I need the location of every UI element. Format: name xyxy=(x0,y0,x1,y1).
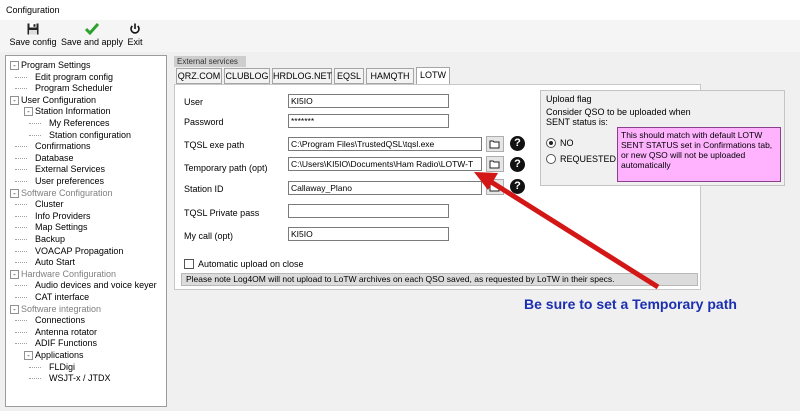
checkmark-icon xyxy=(60,23,124,37)
lotw-note: Please note Log4OM will not upload to Lo… xyxy=(181,273,698,286)
tree-item[interactable]: Program Scheduler xyxy=(35,83,113,94)
tqsl-exe-label: TQSL exe path xyxy=(184,140,245,150)
external-services-group-label: External services xyxy=(174,56,246,67)
tab-hrdlog[interactable]: HRDLOG.NET xyxy=(272,68,332,84)
tree-item[interactable]: Confirmations xyxy=(35,141,91,152)
tree-item[interactable]: Info Providers xyxy=(35,211,91,222)
tree-expander[interactable]: - xyxy=(10,269,19,279)
tqsl-pass-input[interactable] xyxy=(288,204,449,218)
tree-item[interactable]: WSJT-x / JTDX xyxy=(49,373,111,384)
tree-expander[interactable]: - xyxy=(10,304,19,314)
tree-expander[interactable]: - xyxy=(24,107,33,117)
tree-item[interactable]: Software Configuration xyxy=(21,188,113,199)
auto-upload-checkbox[interactable] xyxy=(184,259,194,269)
station-id-select[interactable]: Callaway_Plano xyxy=(288,181,482,195)
tree-item[interactable]: Station Information xyxy=(35,106,111,117)
tab-lotw[interactable]: LOTW xyxy=(416,67,450,85)
password-input[interactable]: ******* xyxy=(288,114,449,128)
tree-item[interactable]: CAT interface xyxy=(35,292,89,303)
upload-flag-note: This should match with default LOTW SENT… xyxy=(617,127,781,182)
temp-path-label: Temporary path (opt) xyxy=(184,163,268,173)
password-label: Password xyxy=(184,117,224,127)
config-tree[interactable]: - Program Settings Edit program config Prog… xyxy=(5,55,167,407)
tree-item[interactable]: Applications xyxy=(35,350,84,361)
floppy-disk-icon xyxy=(8,23,58,37)
station-id-help-icon[interactable]: ? xyxy=(510,179,525,194)
tree-expander[interactable]: - xyxy=(10,95,19,105)
window-title: Configuration xyxy=(6,5,60,15)
tab-hamqth[interactable]: HAMQTH xyxy=(366,68,414,84)
tree-item[interactable]: FLDigi xyxy=(49,362,75,373)
tree-item[interactable]: Antenna rotator xyxy=(35,327,97,338)
tree-expander[interactable]: - xyxy=(24,351,33,360)
tqsl-exe-input[interactable]: C:\Program Files\TrustedQSL\tqsl.exe xyxy=(288,137,482,151)
tqsl-exe-help-icon[interactable]: ? xyxy=(510,136,525,151)
user-label: User xyxy=(184,97,204,107)
temp-path-help-icon[interactable]: ? xyxy=(510,157,525,172)
station-id-label: Station ID xyxy=(184,184,224,194)
tree-item[interactable]: Hardware Configuration xyxy=(21,269,116,280)
tree-item[interactable]: Edit program config xyxy=(35,72,113,83)
folder-icon xyxy=(489,183,500,192)
tree-item[interactable]: External Services xyxy=(35,164,105,175)
folder-icon xyxy=(489,140,500,149)
folder-icon xyxy=(489,160,500,169)
tqsl-pass-label: TQSL Private pass xyxy=(184,208,260,218)
save-config-button[interactable]: Save config xyxy=(8,23,58,51)
radio-no[interactable] xyxy=(546,138,556,148)
tree-item[interactable]: Cluster xyxy=(35,199,64,210)
tree-item[interactable]: Auto Start xyxy=(35,257,75,268)
tree-item[interactable]: Backup xyxy=(35,234,65,245)
tree-item[interactable]: Database xyxy=(35,153,74,164)
radio-requested-label: REQUESTED xyxy=(560,154,617,164)
my-call-input[interactable]: KI5IO xyxy=(288,227,449,241)
auto-upload-label: Automatic upload on close xyxy=(198,259,304,269)
tree-item[interactable]: Audio devices and voice keyer xyxy=(35,280,157,291)
upload-flag-title: Upload flag xyxy=(546,94,592,104)
tree-item[interactable]: User Configuration xyxy=(21,95,96,106)
save-and-apply-button[interactable]: Save and apply xyxy=(60,23,124,51)
radio-no-label: NO xyxy=(560,138,574,148)
tqsl-exe-browse-button[interactable] xyxy=(486,136,504,152)
tree-item[interactable]: VOACAP Propagation xyxy=(35,246,123,257)
tree-expander[interactable]: - xyxy=(10,188,19,198)
exit-button[interactable]: Exit xyxy=(125,23,145,51)
annotation-text: Be sure to set a Temporary path xyxy=(524,296,737,312)
upload-flag-description: Consider QSO to be uploaded when SENT st… xyxy=(546,107,691,127)
my-call-label: My call (opt) xyxy=(184,231,234,241)
temp-path-input[interactable]: C:\Users\KI5IO\Documents\Ham Radio\LOTW-… xyxy=(288,157,482,171)
tree-expander[interactable]: - xyxy=(10,61,19,70)
tree-item[interactable]: User preferences xyxy=(35,176,104,187)
tab-clublog[interactable]: CLUBLOG xyxy=(224,68,270,84)
tab-eqsl[interactable]: EQSL xyxy=(334,68,364,84)
title-bar: Configuration xyxy=(0,0,800,20)
tree-item[interactable]: My References xyxy=(49,118,110,129)
tree-item[interactable]: ADIF Functions xyxy=(35,338,97,349)
temp-path-browse-button[interactable] xyxy=(486,156,504,172)
toolbar: Save config Save and apply Exit xyxy=(0,20,800,52)
tree-item[interactable]: Map Settings xyxy=(35,222,88,233)
tree-item[interactable]: Connections xyxy=(35,315,85,326)
radio-requested[interactable] xyxy=(546,154,556,164)
tree-item[interactable]: Station configuration xyxy=(49,130,131,141)
tree-item[interactable]: Program Settings xyxy=(21,60,91,71)
user-input[interactable]: KI5IO xyxy=(288,94,449,108)
station-id-browse-button[interactable] xyxy=(486,179,504,195)
tab-qrz[interactable]: QRZ.COM xyxy=(176,68,222,84)
tree-item[interactable]: Software integration xyxy=(21,304,101,315)
power-icon xyxy=(125,23,145,37)
